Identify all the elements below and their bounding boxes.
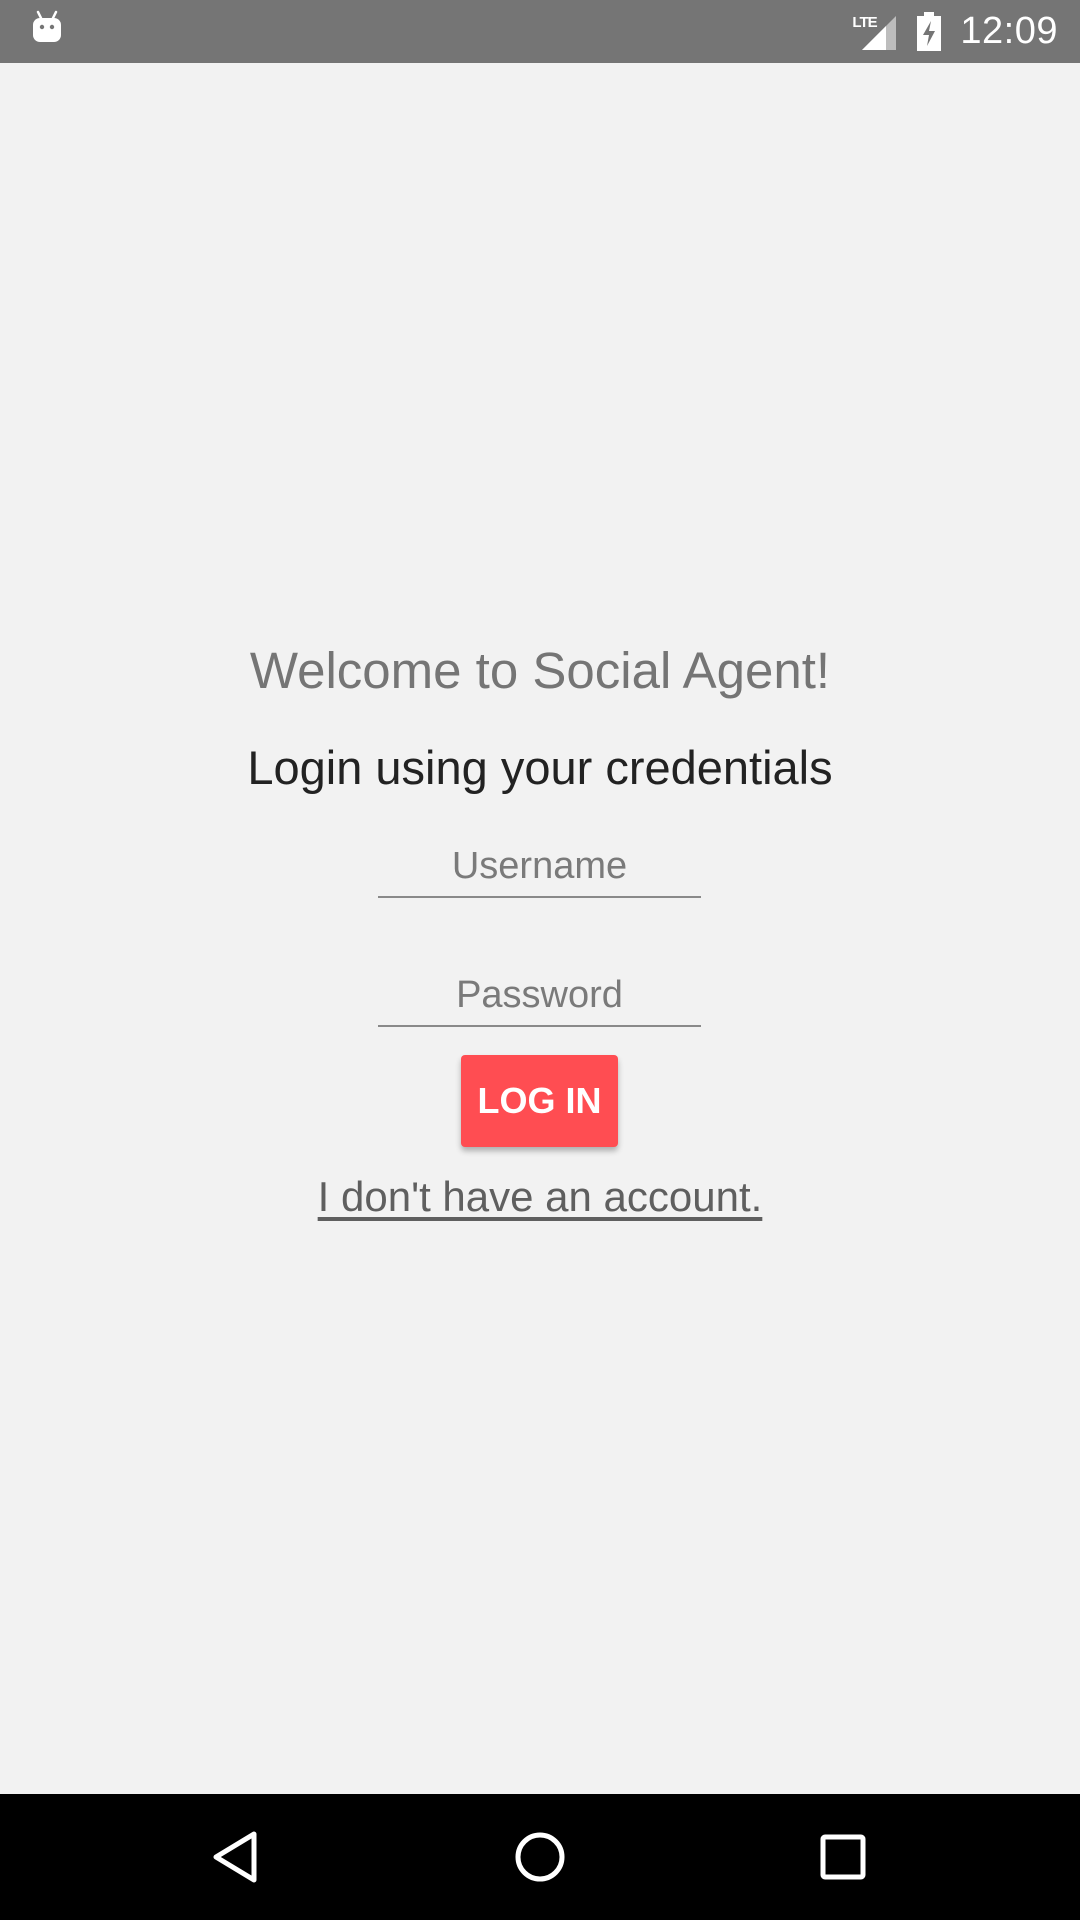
status-icons: LTE 12:09: [852, 0, 1058, 63]
login-screen: Welcome to Social Agent! Login using you…: [0, 63, 1080, 1794]
clock: 12:09: [960, 10, 1058, 52]
battery-charging-icon: [917, 11, 942, 51]
recent-apps-icon[interactable]: [808, 1822, 878, 1892]
password-input[interactable]: [378, 965, 701, 1027]
navigation-bar: [0, 1794, 1080, 1920]
android-icon: [33, 10, 61, 42]
status-bar: LTE 12:09: [0, 0, 1080, 63]
no-account-link[interactable]: I don't have an account.: [0, 1173, 1080, 1221]
login-subtitle: Login using your credentials: [247, 741, 833, 794]
welcome-title: Welcome to Social Agent!: [249, 642, 831, 699]
home-icon[interactable]: [505, 1822, 575, 1892]
login-button[interactable]: LOG IN: [461, 1055, 618, 1147]
lte-signal-icon: LTE: [852, 12, 898, 52]
username-input[interactable]: [378, 836, 701, 898]
back-icon[interactable]: [202, 1822, 272, 1892]
